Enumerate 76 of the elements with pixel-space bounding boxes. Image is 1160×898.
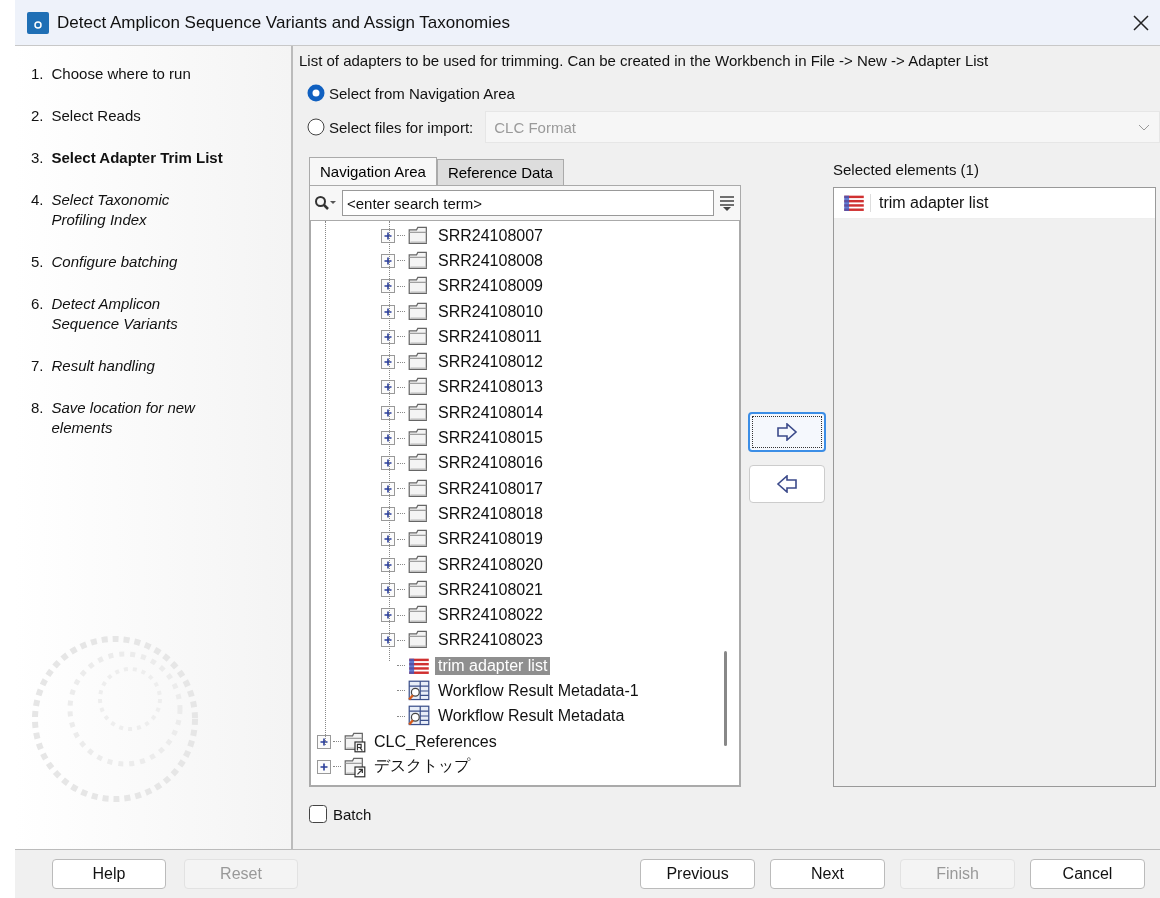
tree-item[interactable]: SRR24108011 xyxy=(435,327,545,346)
tree-item[interactable]: SRR24108021 xyxy=(435,580,546,599)
remove-button[interactable] xyxy=(749,465,825,503)
wizard-step: Select Reads xyxy=(51,106,227,126)
radio-button[interactable] xyxy=(307,118,325,136)
tree-item[interactable]: SRR24108018 xyxy=(435,504,546,523)
expand-icon[interactable] xyxy=(381,431,395,445)
table-icon xyxy=(407,680,431,702)
left-arrow-icon xyxy=(775,475,799,493)
tree-item[interactable]: SRR24108007 xyxy=(435,226,546,245)
tab[interactable]: Navigation Area xyxy=(309,157,437,185)
tree-item[interactable]: Workflow Result Metadata-1 xyxy=(435,682,642,700)
dialog-button[interactable]: Next xyxy=(770,859,885,889)
expand-icon[interactable] xyxy=(381,506,395,521)
wizard-step: Choose where to run xyxy=(51,64,227,84)
tree-item[interactable]: SRR24108017 xyxy=(435,479,546,498)
description-text: List of adapters to be used for trimming. Can be created in the Workbench in File -> New -> Adapter List xyxy=(299,52,990,71)
radio-label: Select from Navigation Area xyxy=(329,84,515,102)
tree-item[interactable]: SRR24108020 xyxy=(435,555,546,574)
dialog-button[interactable]: Help xyxy=(52,859,166,889)
checkbox[interactable] xyxy=(309,805,327,823)
step-number: 5. xyxy=(31,252,44,272)
wizard-step: Select Adapter Trim List xyxy=(51,148,227,168)
tree-item[interactable]: SRR24108008 xyxy=(435,251,546,270)
tree-item[interactable]: SRR24108014 xyxy=(435,403,546,422)
tree-item[interactable]: Workflow Result Metadata xyxy=(435,707,628,726)
table-icon xyxy=(407,705,431,728)
expand-icon[interactable] xyxy=(381,304,395,319)
tree-item[interactable]: SRR24108009 xyxy=(435,277,546,296)
folder-icon xyxy=(343,730,367,753)
expand-icon[interactable] xyxy=(381,355,395,370)
expand-icon[interactable] xyxy=(317,734,331,749)
tree-item[interactable]: SRR24108012 xyxy=(435,353,546,372)
add-button[interactable] xyxy=(748,412,826,452)
list-title: Selected elements (1) xyxy=(833,160,980,180)
right-arrow-icon xyxy=(775,423,799,441)
filter-icon[interactable] xyxy=(718,194,736,212)
expand-icon[interactable] xyxy=(381,582,395,597)
tab[interactable]: Reference Data xyxy=(436,159,564,185)
radio-label: Select files for import: xyxy=(329,118,474,136)
dialog-button[interactable]: Previous xyxy=(640,859,755,889)
tree-item[interactable]: SRR24108013 xyxy=(435,378,546,397)
dialog-button[interactable]: Cancel xyxy=(1030,859,1145,889)
expand-icon[interactable] xyxy=(381,633,395,648)
tree-item[interactable]: SRR24108015 xyxy=(435,429,546,447)
tree-item[interactable]: SRR24108023 xyxy=(435,631,546,650)
wizard-step: Configure batching xyxy=(51,252,227,272)
wizard-step: Result handling xyxy=(51,356,227,376)
tree-item[interactable]: SRR24108016 xyxy=(435,454,546,473)
window-title: Detect Amplicon Sequence Variants and Assign Taxonomies xyxy=(57,12,511,33)
step-number: 4. xyxy=(31,190,44,210)
wizard-step: Save location for new elements xyxy=(51,398,227,438)
scrollbar-thumb[interactable] xyxy=(724,651,727,746)
expand-icon[interactable] xyxy=(381,279,395,294)
tree-item[interactable]: SRR24108010 xyxy=(435,302,546,321)
expand-icon[interactable] xyxy=(317,759,331,774)
checkbox-label: Batch xyxy=(333,805,372,823)
step-number: 1. xyxy=(31,64,44,84)
expand-icon[interactable] xyxy=(381,228,395,243)
step-number: 2. xyxy=(31,106,44,126)
step-number: 7. xyxy=(31,356,44,376)
close-icon[interactable] xyxy=(1132,13,1150,32)
step-number: 6. xyxy=(31,294,44,314)
wizard-step: Select Taxonomic Profiling Index xyxy=(51,190,227,230)
search-field[interactable]: <enter search term> xyxy=(342,190,714,216)
tree-item[interactable]: SRR24108019 xyxy=(435,530,546,549)
radio-button[interactable] xyxy=(307,84,325,102)
search-icon[interactable] xyxy=(314,195,338,211)
tree-item[interactable]: デスクトップ xyxy=(371,756,473,778)
step-number: 3. xyxy=(31,148,44,168)
tree-item[interactable]: SRR24108022 xyxy=(435,606,546,625)
wizard-step: Detect Amplicon Sequence Variants xyxy=(51,294,227,334)
app-icon xyxy=(27,11,49,34)
folder-icon xyxy=(343,755,367,778)
step-number: 8. xyxy=(31,398,44,418)
tree-item[interactable]: CLC_References xyxy=(371,732,500,751)
